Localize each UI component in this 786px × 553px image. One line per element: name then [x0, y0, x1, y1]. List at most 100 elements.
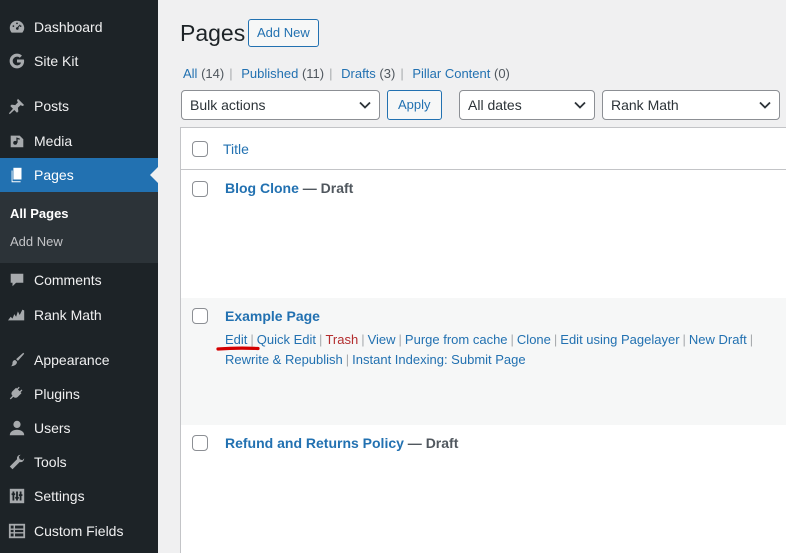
- row-title-link[interactable]: Example Page: [225, 308, 320, 324]
- action-separator: |: [250, 332, 254, 347]
- action-rewrite-republish[interactable]: Rewrite & Republish: [225, 352, 343, 367]
- pages-submenu: All Pages Add New: [0, 192, 158, 263]
- row-checkbox[interactable]: [192, 435, 208, 451]
- rank-math-icon: [7, 305, 27, 325]
- chevron-down-icon: [759, 101, 771, 109]
- filter-drafts[interactable]: Drafts: [341, 66, 376, 81]
- settings-sliders-icon: [7, 486, 27, 506]
- menu-label: Plugins: [34, 386, 80, 402]
- rank-math-filter-value: Rank Math: [611, 97, 679, 113]
- table-row: Blog Clone — Draft: [181, 171, 786, 298]
- action-new-draft[interactable]: New Draft: [689, 332, 747, 347]
- page-title: Pages: [180, 20, 246, 46]
- menu-item-dashboard[interactable]: Dashboard: [0, 10, 158, 44]
- bulk-actions-value: Bulk actions: [190, 97, 266, 113]
- menu-label: Users: [34, 420, 71, 436]
- paintbrush-icon: [7, 350, 27, 370]
- row-checkbox[interactable]: [192, 181, 208, 197]
- row-actions: Edit | Quick Edit | Trash | View | Purge from ca…: [225, 330, 765, 370]
- admin-sidebar: Dashboard Site Kit Posts Media Pages All…: [0, 0, 158, 553]
- table-icon: [7, 521, 27, 541]
- filter-published[interactable]: Published: [241, 66, 298, 81]
- dates-filter-value: All dates: [468, 97, 522, 113]
- submenu-all-pages[interactable]: All Pages: [10, 206, 69, 221]
- menu-item-posts[interactable]: Posts: [0, 89, 158, 123]
- menu-label: Dashboard: [34, 19, 103, 35]
- comment-icon: [7, 270, 27, 290]
- bulk-actions-select[interactable]: Bulk actions: [181, 90, 380, 120]
- rank-math-filter-select[interactable]: Rank Math: [602, 90, 780, 120]
- action-edit[interactable]: Edit: [225, 332, 247, 347]
- action-trash[interactable]: Trash: [325, 332, 358, 347]
- menu-label: Site Kit: [34, 53, 79, 69]
- submenu-add-new[interactable]: Add New: [10, 234, 63, 249]
- filter-all[interactable]: All: [183, 66, 197, 81]
- filter-separator: |: [400, 66, 404, 81]
- wrench-icon: [7, 452, 27, 472]
- menu-item-media[interactable]: Media: [0, 124, 158, 158]
- menu-item-comments[interactable]: Comments: [0, 263, 158, 297]
- menu-label: Settings: [34, 488, 85, 504]
- action-instant-indexing[interactable]: Instant Indexing: Submit Page: [352, 352, 525, 367]
- select-all-checkbox[interactable]: [192, 141, 208, 157]
- filter-separator: |: [329, 66, 333, 81]
- pages-table: Title Blog Clone — Draft Example Page Ed…: [180, 127, 786, 553]
- menu-label: Tools: [34, 454, 67, 470]
- menu-item-rank-math[interactable]: Rank Math: [0, 298, 158, 332]
- action-separator: |: [553, 332, 558, 347]
- menu-item-tools[interactable]: Tools: [0, 445, 158, 479]
- filter-separator: |: [229, 66, 233, 81]
- add-new-button[interactable]: Add New: [248, 19, 319, 47]
- menu-label: Custom Fields: [34, 523, 124, 539]
- row-title-text[interactable]: Example Page: [225, 308, 320, 324]
- table-row: Example Page Edit | Quick Edit | Trash | View |…: [181, 298, 786, 425]
- menu-item-users[interactable]: Users: [0, 411, 158, 445]
- row-title-link[interactable]: Refund and Returns Policy — Draft: [225, 435, 458, 451]
- apply-button[interactable]: Apply: [387, 90, 442, 120]
- filter-all-count: (14): [201, 66, 225, 81]
- action-separator: |: [398, 332, 402, 347]
- pages-icon: [7, 165, 27, 185]
- action-separator: |: [682, 332, 686, 347]
- menu-item-pages[interactable]: Pages: [0, 158, 158, 192]
- chevron-down-icon: [359, 101, 371, 109]
- menu-item-custom-fields[interactable]: Custom Fields: [0, 514, 158, 548]
- status-filters: All (14) | Published (11) | Drafts (3) | Pi…: [183, 66, 510, 81]
- red-underline-annotation: [216, 346, 260, 351]
- plug-icon: [7, 384, 27, 404]
- media-icon: [7, 131, 27, 151]
- menu-item-settings[interactable]: Settings: [0, 479, 158, 513]
- user-icon: [7, 418, 27, 438]
- filter-pillar-count: (0): [494, 66, 510, 81]
- action-separator: |: [510, 332, 514, 347]
- action-clone[interactable]: Clone: [517, 332, 551, 347]
- column-title-header[interactable]: Title: [223, 141, 249, 157]
- menu-label: Posts: [34, 98, 70, 114]
- filter-pillar-content[interactable]: Pillar Content: [412, 66, 490, 81]
- dashboard-icon: [7, 17, 27, 37]
- menu-item-site-kit[interactable]: Site Kit: [0, 44, 158, 78]
- menu-label: Rank Math: [34, 307, 102, 323]
- action-purge-cache[interactable]: Purge from cache: [405, 332, 508, 347]
- main-content: Pages Add New All (14) | Published (11) | …: [158, 0, 786, 553]
- action-quick-edit[interactable]: Quick Edit: [257, 332, 316, 347]
- chevron-down-icon: [574, 101, 586, 109]
- action-view[interactable]: View: [368, 332, 396, 347]
- row-title-text[interactable]: Blog Clone: [225, 180, 299, 196]
- dates-filter-select[interactable]: All dates: [459, 90, 595, 120]
- menu-item-plugins[interactable]: Plugins: [0, 377, 158, 411]
- action-separator: |: [361, 332, 365, 347]
- row-checkbox[interactable]: [192, 308, 208, 324]
- pushpin-icon: [7, 96, 27, 116]
- row-post-state: — Draft: [403, 435, 459, 451]
- menu-label: Pages: [34, 167, 74, 183]
- table-header: Title: [181, 128, 786, 170]
- filter-published-count: (11): [301, 66, 325, 81]
- row-title-text[interactable]: Refund and Returns Policy: [225, 435, 404, 451]
- row-post-state: — Draft: [298, 180, 354, 196]
- action-separator: |: [749, 332, 754, 347]
- google-g-icon: [7, 51, 27, 71]
- row-title-link[interactable]: Blog Clone — Draft: [225, 180, 353, 196]
- menu-item-appearance[interactable]: Appearance: [0, 343, 158, 377]
- action-edit-pagelayer[interactable]: Edit using Pagelayer: [560, 332, 679, 347]
